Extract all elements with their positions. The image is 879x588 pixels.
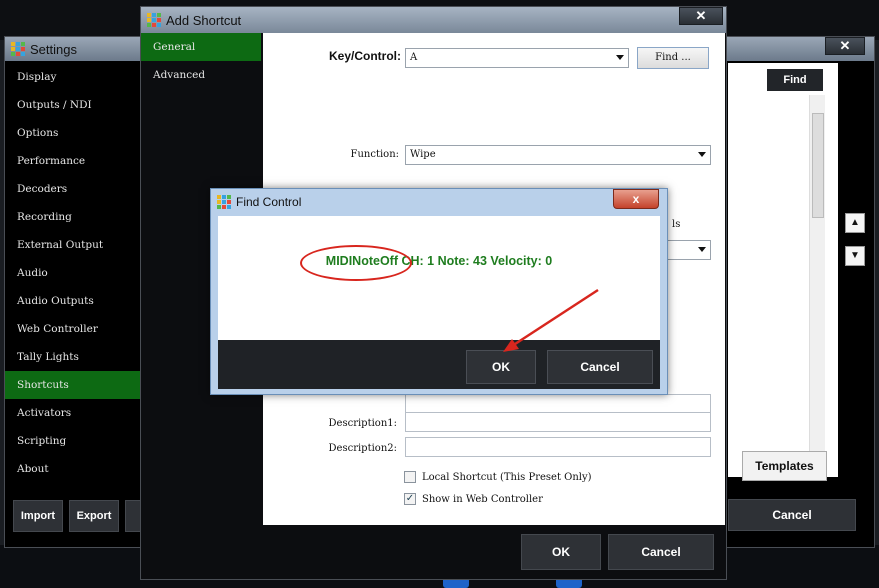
- close-icon[interactable]: ✕: [825, 37, 865, 55]
- sidebar-item-outputs-ndi[interactable]: Outputs / NDI: [5, 91, 148, 119]
- tab-general[interactable]: General: [141, 33, 261, 61]
- sidebar-item-scripting[interactable]: Scripting: [5, 427, 148, 455]
- local-shortcut-option[interactable]: Local Shortcut (This Preset Only): [404, 471, 592, 483]
- show-in-web-option[interactable]: ✓ Show in Web Controller: [404, 493, 543, 505]
- import-button[interactable]: Import: [13, 500, 63, 532]
- description2-field[interactable]: [405, 437, 711, 457]
- sidebar-item-recording[interactable]: Recording: [5, 203, 148, 231]
- settings-window: Settings Display Outputs / NDI Options Perf…: [4, 36, 149, 548]
- shortcuts-cancel-button[interactable]: Cancel: [728, 499, 856, 531]
- settings-button-row: Import Export: [13, 500, 145, 532]
- export-button[interactable]: Export: [69, 500, 119, 532]
- find-control-title: Find Control: [236, 195, 302, 209]
- chevron-down-icon: [616, 55, 624, 60]
- function-value: Wipe: [410, 149, 436, 160]
- local-shortcut-checkbox[interactable]: [404, 471, 416, 483]
- sidebar-item-audio-outputs[interactable]: Audio Outputs: [5, 287, 148, 315]
- show-in-web-checkbox[interactable]: ✓: [404, 493, 416, 505]
- add-shortcut-title: Add Shortcut: [166, 12, 242, 28]
- sidebar-item-options[interactable]: Options: [5, 119, 148, 147]
- find-control-dialog: Find Control x MIDINoteOff CH: 1 Note: 4…: [210, 188, 668, 395]
- key-control-select[interactable]: A: [405, 48, 629, 68]
- sidebar-item-web-controller[interactable]: Web Controller: [5, 315, 148, 343]
- find-control-ok-button[interactable]: OK: [466, 350, 536, 384]
- sidebar-item-shortcuts[interactable]: Shortcuts: [5, 371, 148, 399]
- description1-label: Description1:: [328, 418, 397, 429]
- app-logo-icon: [217, 195, 231, 209]
- sidebar-item-decoders[interactable]: Decoders: [5, 175, 148, 203]
- tab-advanced[interactable]: Advanced: [141, 61, 261, 89]
- sidebar-item-tally-lights[interactable]: Tally Lights: [5, 343, 148, 371]
- sidebar-item-display[interactable]: Display: [5, 63, 148, 91]
- midi-message: MIDINoteOff CH: 1 Note: 43 Velocity: 0: [325, 254, 553, 268]
- value-field[interactable]: [405, 394, 711, 414]
- function-select[interactable]: Wipe: [405, 145, 711, 165]
- annotation-ellipse: [300, 245, 412, 281]
- show-in-web-label: Show in Web Controller: [422, 493, 543, 505]
- find-control-cancel-button[interactable]: Cancel: [547, 350, 653, 384]
- chevron-down-icon: [698, 152, 706, 157]
- add-shortcut-sidebar: General Advanced: [141, 33, 261, 89]
- settings-title: Settings: [30, 41, 77, 57]
- chevron-down-icon: [698, 247, 706, 252]
- settings-titlebar[interactable]: Settings: [5, 37, 148, 61]
- close-icon[interactable]: ✕: [679, 7, 723, 25]
- description2-label: Description2:: [328, 443, 397, 454]
- ok-button[interactable]: OK: [521, 534, 601, 570]
- function-label: Function:: [350, 149, 399, 160]
- local-shortcut-label: Local Shortcut (This Preset Only): [422, 471, 592, 483]
- close-icon[interactable]: x: [613, 189, 659, 209]
- move-up-button[interactable]: ▲: [845, 213, 865, 233]
- scrollbar-thumb[interactable]: [812, 113, 824, 218]
- templates-button[interactable]: Templates: [742, 451, 827, 481]
- find-control-footer: OK Cancel: [218, 340, 660, 389]
- add-shortcut-titlebar[interactable]: Add Shortcut: [141, 7, 726, 33]
- key-control-label: Key/Control:: [329, 49, 401, 63]
- find-control-button[interactable]: Find ...: [637, 47, 709, 69]
- sidebar-item-about[interactable]: About: [5, 455, 148, 483]
- shortcuts-scrollbar[interactable]: [809, 95, 825, 471]
- find-control-content: MIDINoteOff CH: 1 Note: 43 Velocity: 0: [218, 216, 660, 340]
- cancel-button[interactable]: Cancel: [608, 534, 714, 570]
- sidebar-item-external-output[interactable]: External Output: [5, 231, 148, 259]
- move-down-button[interactable]: ▼: [845, 246, 865, 266]
- sidebar-item-audio[interactable]: Audio: [5, 259, 148, 287]
- sidebar-item-performance[interactable]: Performance: [5, 147, 148, 175]
- partial-label: ls: [672, 219, 681, 230]
- find-button[interactable]: Find: [767, 69, 823, 91]
- key-control-value: A: [410, 52, 418, 63]
- sidebar-item-activators[interactable]: Activators: [5, 399, 148, 427]
- app-logo-icon: [11, 42, 25, 56]
- app-logo-icon: [147, 13, 161, 27]
- settings-sidebar: Display Outputs / NDI Options Performance De…: [5, 63, 148, 483]
- find-control-titlebar[interactable]: Find Control: [211, 189, 667, 215]
- description1-field[interactable]: [405, 412, 711, 432]
